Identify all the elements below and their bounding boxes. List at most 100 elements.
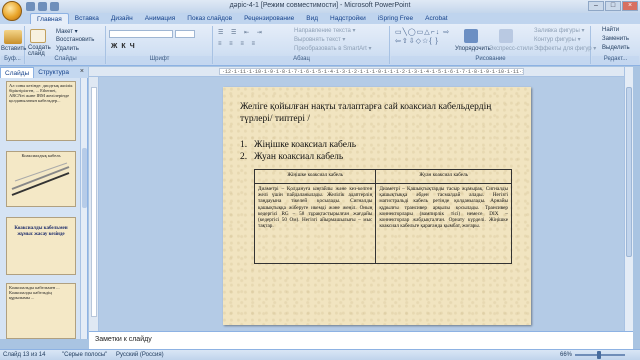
table-cell: Диаметрі – Қолдануға ыңғайлы және кез-ке… bbox=[253, 183, 377, 264]
close-panel-icon[interactable]: × bbox=[80, 68, 84, 75]
font-format-buttons[interactable]: ЖКЧ bbox=[111, 43, 139, 50]
maximize-button[interactable]: □ bbox=[605, 1, 621, 11]
select-button[interactable]: Выделить bbox=[602, 45, 630, 51]
slide-thumbnail-13[interactable]: Коаксиалдық кабель bbox=[6, 151, 76, 207]
vertical-ruler bbox=[89, 77, 99, 331]
slide-thumbnail-12[interactable]: Ал соны кезінде: диодтық жиілік біріктір… bbox=[6, 81, 76, 141]
ribbon-tabs: Главная Вставка Дизайн Анимация Показ сл… bbox=[0, 13, 640, 24]
list-item: 2. Жуан коаксиал кабель bbox=[240, 151, 356, 163]
list-text: Жіңішке коаксиал кабель bbox=[254, 140, 357, 150]
find-button[interactable]: Найти bbox=[602, 27, 619, 33]
close-button[interactable]: × bbox=[622, 1, 638, 11]
tab-slides[interactable]: Слайды bbox=[0, 67, 35, 78]
new-slide-icon[interactable] bbox=[30, 29, 46, 43]
align-text-button[interactable]: Выровнять текст ▾ bbox=[294, 36, 345, 43]
quick-styles-icon[interactable] bbox=[499, 29, 513, 43]
window-controls: – □ × bbox=[588, 1, 638, 11]
slides-panel-scrollbar[interactable] bbox=[80, 78, 87, 339]
slides-panel: Слайды Структура × Ал соны кезінде: диод… bbox=[0, 67, 88, 339]
delete-slide-button[interactable]: Удалить bbox=[56, 46, 79, 52]
tab-home[interactable]: Главная bbox=[30, 13, 69, 24]
shape-fill-button[interactable]: Заливка фигуры ▾ bbox=[534, 27, 585, 34]
arrange-button[interactable]: Упорядочить bbox=[455, 46, 491, 52]
layout-button[interactable]: Макет ▾ bbox=[56, 28, 78, 35]
notes-placeholder: Заметки к слайду bbox=[95, 336, 152, 343]
cable-image-icon bbox=[11, 162, 70, 196]
tab-view[interactable]: Вид bbox=[300, 13, 324, 24]
scrollbar-thumb[interactable] bbox=[626, 87, 632, 257]
tab-outline[interactable]: Структура bbox=[34, 67, 73, 78]
language-indicator[interactable]: Русский (Россия) bbox=[116, 352, 164, 358]
shape-effects-button[interactable]: Эффекты для фигур ▾ bbox=[534, 45, 596, 52]
table-cell: Диаметрі – Қашықтықтарды тасыр жұмырақ. … bbox=[375, 183, 512, 264]
comparison-table[interactable]: Жіңішке коаксиал кабель Жуан коаксиал ка… bbox=[253, 169, 512, 264]
minimize-button[interactable]: – bbox=[588, 1, 604, 11]
tab-acrobat[interactable]: Acrobat bbox=[419, 13, 453, 24]
list-number: 1. bbox=[240, 140, 248, 150]
list-item: 1. Жіңішке коаксиал кабель bbox=[240, 139, 356, 151]
reset-button[interactable]: Восстановить bbox=[56, 37, 94, 43]
tab-slideshow[interactable]: Показ слайдов bbox=[181, 13, 238, 24]
arrange-icon[interactable] bbox=[464, 29, 478, 43]
shapes-gallery-row2[interactable]: ⇦⇧⇩◇☆{ } bbox=[395, 37, 439, 45]
slide-title[interactable]: Желіге қойылған нақты талаптарға сай коа… bbox=[240, 101, 520, 125]
slide-counter: Слайд 13 из 14 bbox=[3, 352, 46, 358]
editing-group-label: Редакт... bbox=[592, 56, 639, 64]
replace-button[interactable]: Заменить bbox=[602, 36, 629, 42]
slide-thumbnail-14[interactable]: Коаксиалды кабельмен жұмыс жасау кезінде bbox=[6, 217, 76, 275]
slide-thumbnail-15[interactable]: Коаксиальды кабельмен ... Коаксиалды каб… bbox=[6, 283, 76, 339]
ruler-scale: ·12·1·11·1·10·1·9·1·8·1·7·1·6·1·5·1·4·1·… bbox=[219, 68, 524, 75]
paragraph-group-label: Абзац bbox=[214, 56, 389, 64]
list-text: Жуан коаксиал кабель bbox=[254, 152, 344, 162]
thumbnail-text: Коаксиалды кабельмен жұмыс жасау кезінде bbox=[14, 226, 68, 237]
table-row: Диаметрі – Қолдануға ыңғайлы және кез-ке… bbox=[253, 183, 512, 264]
tab-animation[interactable]: Анимация bbox=[139, 13, 182, 24]
paragraph-group: ☰ ☰ ⇤ ⇥ ≡ ≡ ≡ ≡ Направление текста ▾ Выр… bbox=[214, 26, 390, 64]
quick-styles-button[interactable]: Экспресс-стили bbox=[489, 46, 533, 52]
zoom-level[interactable]: 66% bbox=[560, 352, 572, 358]
theme-name: "Серые полосы" bbox=[62, 352, 108, 358]
text-direction-button[interactable]: Направление текста ▾ bbox=[294, 27, 356, 34]
scrollbar-thumb[interactable] bbox=[82, 148, 87, 208]
font-size-combo[interactable] bbox=[175, 30, 195, 38]
title-bar: дәріс-4-1 [Режим совместимости] - Micros… bbox=[0, 0, 640, 21]
list-buttons[interactable]: ☰ ☰ ⇤ ⇥ bbox=[218, 29, 265, 36]
align-buttons[interactable]: ≡ ≡ ≡ ≡ bbox=[218, 41, 258, 47]
table-header: Жіңішке коаксиал кабель bbox=[253, 169, 377, 184]
office-button[interactable] bbox=[2, 1, 22, 21]
notes-pane[interactable]: Заметки к слайду bbox=[89, 331, 633, 349]
slide[interactable]: Желіге қойылған нақты талаптарға сай коа… bbox=[223, 87, 531, 325]
paste-button[interactable]: Вставить bbox=[1, 46, 26, 52]
smartart-button[interactable]: Преобразовать в SmartArt ▾ bbox=[294, 45, 371, 52]
ribbon: Вставить Буф... Создать слайд Макет ▾ Во… bbox=[0, 24, 640, 66]
ruler-scale bbox=[91, 87, 97, 317]
font-name-combo[interactable] bbox=[109, 30, 173, 38]
canvas-scrollbar[interactable] bbox=[624, 67, 633, 331]
tab-insert[interactable]: Вставка bbox=[69, 13, 105, 24]
thumbnail-text: Коаксиалдық кабель bbox=[21, 153, 61, 158]
slide-list[interactable]: 1. Жіңішке коаксиал кабель 2. Жуан коаксиа… bbox=[240, 139, 356, 163]
font-group-label: Шрифт bbox=[107, 56, 212, 64]
slides-group: Создать слайд Макет ▾ Восстановить Удали… bbox=[26, 26, 106, 64]
status-bar: Слайд 13 из 14 "Серые полосы" Русский (Р… bbox=[0, 349, 640, 360]
slides-panel-tabs: Слайды Структура bbox=[0, 67, 88, 78]
tab-review[interactable]: Рецензирование bbox=[238, 13, 300, 24]
slides-group-label: Слайды bbox=[26, 56, 105, 64]
thumbnail-text: Ал соны кезінде: диодтық жиілік біріктір… bbox=[9, 83, 73, 103]
drawing-group: ▭╲◯▭△⌐↓ ⇨ ⇦⇧⇩◇☆{ } Упорядочить Экспресс-… bbox=[391, 26, 596, 64]
shape-outline-button[interactable]: Контур фигуры ▾ bbox=[534, 36, 581, 43]
window-title: дәріс-4-1 [Режим совместимости] - Micros… bbox=[229, 2, 411, 9]
paste-icon[interactable] bbox=[4, 30, 22, 44]
zoom-slider-knob[interactable] bbox=[597, 351, 601, 359]
tab-design[interactable]: Дизайн bbox=[105, 13, 139, 24]
tab-ispring[interactable]: iSpring Free bbox=[372, 13, 419, 24]
horizontal-ruler: ·12·1·11·1·10·1·9·1·8·1·7·1·6·1·5·1·4·1·… bbox=[89, 67, 632, 77]
shapes-gallery[interactable]: ▭╲◯▭△⌐↓ ⇨ bbox=[395, 28, 450, 36]
tab-addins[interactable]: Надстройки bbox=[324, 13, 372, 24]
clipboard-group: Вставить Буф... bbox=[1, 26, 26, 64]
drawing-group-label: Рисование bbox=[391, 56, 590, 64]
clipboard-group-label: Буф... bbox=[1, 56, 24, 64]
font-group: ЖКЧ Шрифт bbox=[107, 26, 213, 64]
editing-group: Найти Заменить Выделить Редакт... bbox=[592, 26, 639, 64]
thumbnail-text: Коаксиальды кабельмен ... Коаксиалды каб… bbox=[9, 285, 60, 300]
